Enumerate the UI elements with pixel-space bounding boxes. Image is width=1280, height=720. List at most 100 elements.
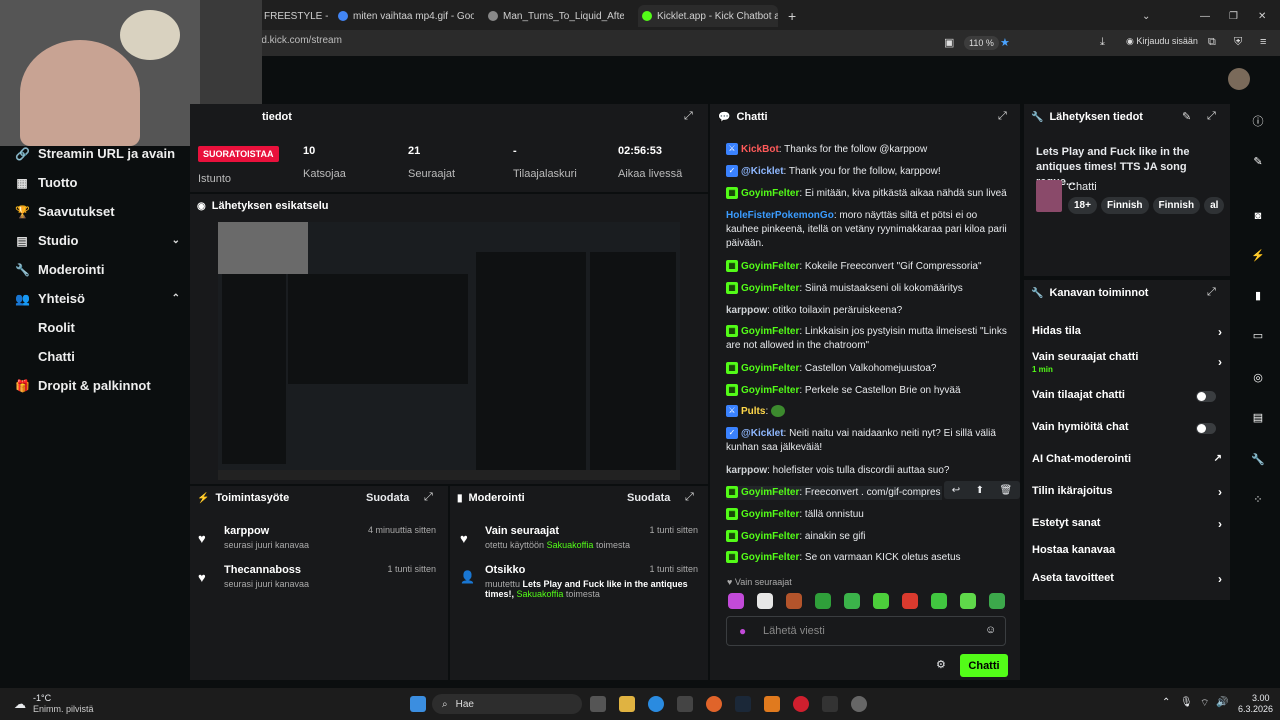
emote-icon[interactable] <box>815 593 831 609</box>
sidebar-item-revenue[interactable]: ▦ Tuotto <box>15 175 180 190</box>
chat-username[interactable]: GoyimFelter <box>741 509 799 520</box>
nodes-icon[interactable]: ⁘ <box>1248 490 1268 510</box>
clock-time[interactable]: 3.00 <box>1252 693 1270 703</box>
edit-icon[interactable]: ✎ <box>1182 110 1191 123</box>
download-icon[interactable]: ⤓ <box>1100 36 1105 49</box>
chat-username[interactable]: GoyimFelter <box>741 531 799 542</box>
shield-icon[interactable]: ⛨ <box>1234 36 1242 49</box>
steam-icon[interactable] <box>735 696 751 712</box>
browser-tab[interactable]: FREESTYLE -✕ <box>264 5 328 27</box>
action-host-channel[interactable]: Hostaa kanavaa <box>1032 544 1222 556</box>
chat-bubble-icon[interactable]: ▭ <box>1248 326 1268 346</box>
obs-icon[interactable] <box>851 696 867 712</box>
extensions-icon[interactable]: ⧉ <box>1208 36 1216 49</box>
window-close-icon[interactable]: ✕ <box>1258 5 1266 27</box>
action-blocked-words[interactable]: Estetyt sanat › <box>1032 517 1222 531</box>
action-slow-mode[interactable]: Hidas tila › <box>1032 325 1222 339</box>
sidebar-item-achievements[interactable]: 🏆 Saavutukset <box>15 204 180 219</box>
expand-icon[interactable]: ⤢ <box>684 110 693 123</box>
stream-preview-video[interactable] <box>218 222 680 480</box>
action-set-goals[interactable]: Aseta tavoitteet › <box>1032 572 1222 586</box>
mic-icon[interactable]: ● <box>739 624 746 638</box>
emote-icon[interactable] <box>844 593 860 609</box>
star-icon[interactable]: ★ <box>1000 36 1010 49</box>
chat-username[interactable]: GoyimFelter <box>741 326 799 337</box>
sidebar-item-moderation[interactable]: 🔧 Moderointi <box>15 262 180 277</box>
sidebar-item-roles[interactable]: Roolit <box>38 320 75 335</box>
camera-icon[interactable]: ◙ <box>1248 206 1268 226</box>
url-field[interactable]: rd.kick.com/stream <box>258 35 342 46</box>
chat-username[interactable]: GoyimFelter <box>741 552 799 563</box>
terminal-icon[interactable] <box>822 696 838 712</box>
opera-icon[interactable] <box>793 696 809 712</box>
mod-actor[interactable]: Sakuakoffia <box>517 589 564 599</box>
emote-icon[interactable] <box>728 593 744 609</box>
chat-username[interactable]: HoleFisterPokemonGo <box>726 210 834 221</box>
bolt-icon[interactable]: ⚡ <box>1248 246 1268 266</box>
browser-tab-active[interactable]: Kicklet.app - Kick Chatbot and✕ <box>638 5 778 27</box>
info-icon[interactable]: ⓘ <box>1248 112 1268 132</box>
emote-icon[interactable] <box>757 593 773 609</box>
tab-list-icon[interactable]: ⌄ <box>1142 5 1150 27</box>
volume-icon[interactable]: 🔊 <box>1216 697 1228 708</box>
toggle-switch[interactable] <box>1196 423 1216 434</box>
chat-username[interactable]: @Kicklet <box>741 428 784 439</box>
vlc-icon[interactable] <box>764 696 780 712</box>
firefox-icon[interactable] <box>706 696 722 712</box>
emote-icon[interactable] <box>873 593 889 609</box>
action-followers-only[interactable]: Vain seuraajat chatti 1 min › <box>1032 351 1222 374</box>
emote-icon[interactable] <box>989 593 1005 609</box>
explorer-icon[interactable] <box>619 696 635 712</box>
sidebar-item-chat[interactable]: Chatti <box>38 349 75 364</box>
chat-username[interactable]: Pults <box>741 406 765 417</box>
menu-icon[interactable]: ≡ <box>1260 36 1266 48</box>
weather-icon[interactable]: ☁ <box>14 697 26 711</box>
expand-icon[interactable]: ⤢ <box>998 110 1007 123</box>
browser-tab[interactable]: Man_Turns_To_Liquid_After_Trip✕ <box>488 5 624 27</box>
reply-icon[interactable]: ↩ <box>952 485 960 496</box>
start-icon[interactable] <box>410 696 426 712</box>
chat-username[interactable]: karppow <box>726 305 767 316</box>
chat-username[interactable]: GoyimFelter <box>741 487 799 498</box>
sidebar-item-drops[interactable]: 🎁 Dropit & palkinnot <box>15 378 180 393</box>
activity-filter-button[interactable]: Suodata <box>366 492 409 504</box>
maximize-icon[interactable]: ❐ <box>1229 5 1238 27</box>
expand-icon[interactable]: ⤢ <box>1207 286 1216 299</box>
chat-send-button[interactable]: Chatti <box>960 654 1008 677</box>
chat-username[interactable]: @Kicklet <box>741 166 784 177</box>
sidebar-item-community[interactable]: 👥 Yhteisö ⌃ <box>15 291 180 306</box>
delete-icon[interactable]: 🗑 <box>1000 485 1013 496</box>
mod-actor[interactable]: Sakuakoffia <box>547 540 594 550</box>
chat-username[interactable]: KickBot <box>741 144 779 155</box>
minimize-icon[interactable]: — <box>1200 5 1210 27</box>
pin-icon[interactable]: ⬆ <box>976 485 984 496</box>
zoom-badge[interactable]: 110 % <box>964 36 999 50</box>
emote-icon[interactable] <box>960 593 976 609</box>
wrench-icon[interactable]: 🔧 <box>1248 450 1268 470</box>
emote-icon[interactable] <box>902 593 918 609</box>
settings-icon[interactable]: ⚙ <box>936 658 946 671</box>
action-ai-moderation[interactable]: AI Chat-moderointi ↗ <box>1032 453 1222 465</box>
pencil-icon[interactable]: ✎ <box>1248 152 1268 172</box>
sidebar-item-stream-url[interactable]: 🔗 Streamin URL ja avain <box>15 146 180 161</box>
browser-tab[interactable]: miten vaihtaa mp4.gif - Google✕ <box>338 5 474 27</box>
mic-tray-icon[interactable]: 🎙 <box>1180 697 1193 708</box>
taskbar-search[interactable]: ⌕ Hae <box>432 694 582 714</box>
store-icon[interactable] <box>677 696 693 712</box>
layout-icon[interactable]: ▤ <box>1248 408 1268 428</box>
chat-username[interactable]: GoyimFelter <box>741 283 799 294</box>
wifi-icon[interactable]: ⌔ <box>1200 697 1209 710</box>
category-name[interactable]: Chatti <box>1068 181 1097 193</box>
book-icon[interactable]: ▮ <box>1248 286 1268 306</box>
category-thumbnail[interactable] <box>1036 180 1062 212</box>
action-age-restriction[interactable]: Tilin ikärajoitus › <box>1032 485 1222 499</box>
chat-username[interactable]: GoyimFelter <box>741 385 799 396</box>
expand-icon[interactable]: ⤢ <box>685 491 694 504</box>
emote-icon[interactable] <box>786 593 802 609</box>
expand-icon[interactable]: ⤢ <box>1207 110 1216 123</box>
new-tab-button[interactable]: + <box>788 5 802 27</box>
screen-icon[interactable]: ▣ <box>944 36 954 49</box>
clock-date[interactable]: 6.3.2026 <box>1238 704 1273 714</box>
moderation-filter-button[interactable]: Suodata <box>627 492 670 504</box>
chat-username[interactable]: GoyimFelter <box>741 363 799 374</box>
